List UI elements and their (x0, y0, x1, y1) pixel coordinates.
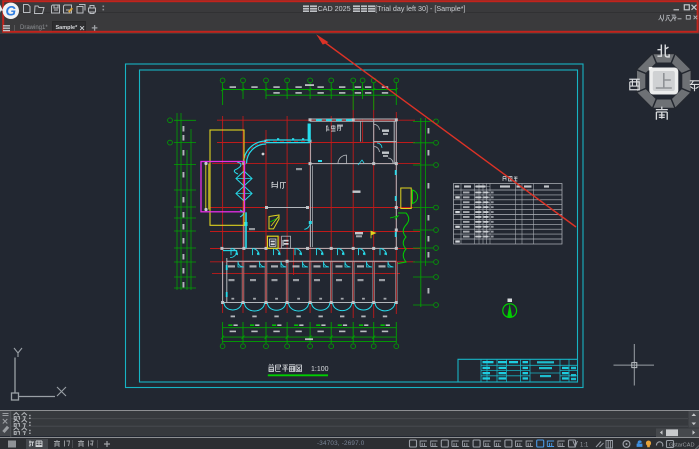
svg-text:1:1: 1:1 (580, 442, 589, 448)
svg-text:GstarCAD: GstarCAD (669, 442, 695, 448)
